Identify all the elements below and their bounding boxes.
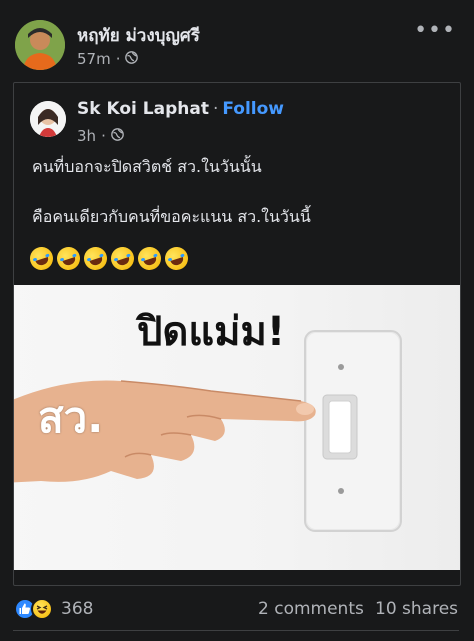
rofl-emoji-icon	[108, 244, 137, 273]
footer-divider	[13, 630, 459, 631]
post-footer: 368 2 comments 10 shares	[0, 590, 474, 630]
shares-count[interactable]: 10 shares	[375, 599, 458, 619]
meta-dot: ·	[101, 127, 106, 145]
reaction-icons[interactable]	[14, 598, 58, 620]
rofl-emoji-icon	[162, 244, 191, 273]
shared-post-meta: 3h ·	[77, 127, 124, 145]
globe-icon	[111, 127, 124, 145]
follow-button[interactable]: Follow	[222, 99, 284, 119]
author-avatar[interactable]	[15, 20, 65, 70]
more-options-icon[interactable]: •••	[414, 18, 456, 43]
author-name[interactable]: หฤทัย ม่วงบุญศรี	[77, 22, 200, 49]
post-text-line-1: คนที่บอกจะปิดสวิตช์ สว.ในวันนั้น	[32, 157, 262, 176]
post-text-line-2: คือคนเดียวกับคนที่ขอคะแนน สว.ในวันนี้	[32, 207, 311, 226]
meme-image[interactable]: ปิดแม่ม! สว.	[14, 285, 460, 570]
rofl-emoji-icon	[27, 244, 56, 273]
globe-icon	[125, 50, 139, 68]
meta-dot: ·	[115, 50, 121, 68]
comments-count[interactable]: 2 comments	[258, 599, 364, 619]
post-header: หฤทัย ม่วงบุญศรี 57m · •••	[0, 0, 474, 80]
meme-hand-label: สว.	[38, 393, 104, 442]
shared-post-time[interactable]: 3h	[77, 127, 96, 145]
rofl-emoji-icon	[135, 244, 164, 273]
shared-name-row: Sk Koi Laphat · Follow	[77, 99, 284, 119]
shared-post-card[interactable]: Sk Koi Laphat · Follow 3h · คนที่บอกจะปิ…	[13, 82, 461, 586]
post-time[interactable]: 57m	[77, 50, 111, 68]
post-meta: 57m ·	[77, 50, 139, 68]
rofl-emoji-icon	[81, 244, 110, 273]
emoji-row	[27, 244, 191, 273]
shared-author-name[interactable]: Sk Koi Laphat	[77, 99, 209, 119]
name-separator: ·	[212, 99, 219, 119]
rofl-emoji-icon	[54, 244, 83, 273]
shared-author-avatar[interactable]	[30, 101, 66, 137]
reaction-count[interactable]: 368	[61, 599, 93, 619]
meme-caption: ปิดแม่ม!	[137, 309, 286, 355]
haha-icon	[31, 598, 53, 620]
